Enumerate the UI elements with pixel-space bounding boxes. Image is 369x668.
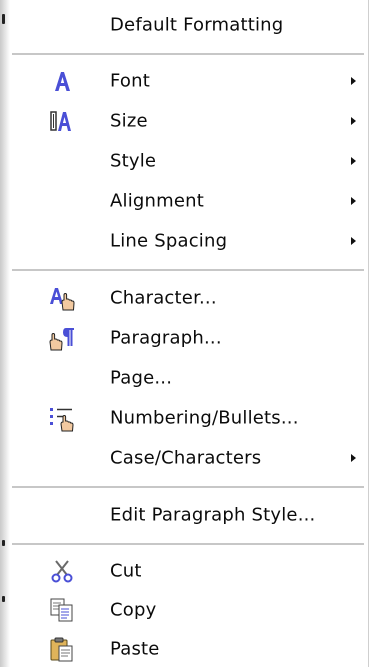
submenu-arrow-icon [351,454,356,462]
menu-item-label: Default Formatting [110,14,284,36]
edge-mark [2,14,5,24]
menu-item-copy[interactable]: Copy [18,591,359,629]
menu-item-label: Style [110,150,157,172]
menu-item-page[interactable]: Page... [18,359,359,397]
menu-item-paragraph[interactable]: Paragraph... [18,319,359,357]
menu-item-size[interactable]: Size [18,102,359,140]
menu-separator [12,269,364,271]
menu-item-label: Page... [110,367,173,389]
menu-separator [12,486,364,488]
character-icon [48,284,76,312]
menu-item-paste[interactable]: Paste [18,630,359,668]
edge-mark [2,540,5,546]
submenu-arrow-icon [351,237,356,245]
menu-item-numbering-bullets[interactable]: Numbering/Bullets... [18,399,359,437]
font-A-icon [48,67,76,95]
menu-item-label: Line Spacing [110,230,228,252]
paste-icon [48,635,76,663]
menu-item-character[interactable]: Character... [18,279,359,317]
menu-item-label: Size [110,110,148,132]
menu-item-label: Alignment [110,190,205,212]
edge-mark [2,596,5,602]
menu-item-case-characters[interactable]: Case/Characters [18,439,359,477]
menu-item-cut[interactable]: Cut [18,552,359,590]
menu-item-label: Edit Paragraph Style... [110,504,316,526]
menu-item-label: Case/Characters [110,447,262,469]
menu-item-style[interactable]: Style [18,142,359,180]
submenu-arrow-icon [351,77,356,85]
window-edge [0,0,10,667]
context-menu: Default Formatting Font Size Style Align… [0,0,369,667]
menu-item-label: Cut [110,560,142,582]
menu-item-font[interactable]: Font [18,62,359,100]
menu-item-line-spacing[interactable]: Line Spacing [18,222,359,260]
submenu-arrow-icon [351,157,356,165]
menu-item-label: Paragraph... [110,327,222,349]
menu-item-alignment[interactable]: Alignment [18,182,359,220]
submenu-arrow-icon [351,197,356,205]
menu-item-label: Paste [110,638,160,660]
menu-item-label: Numbering/Bullets... [110,407,299,429]
scissors-icon [48,557,76,585]
menu-separator [12,543,364,545]
menu-item-default-formatting[interactable]: Default Formatting [18,6,359,44]
menu-item-edit-paragraph-style[interactable]: Edit Paragraph Style... [18,496,359,534]
menu-item-label: Character... [110,287,217,309]
menu-separator [12,53,364,55]
menu-item-label: Copy [110,599,157,621]
menu-item-label: Font [110,70,150,92]
submenu-arrow-icon [351,117,356,125]
paragraph-icon [48,324,76,352]
copy-icon [48,596,76,624]
numbering-bullets-icon [48,404,76,432]
font-size-icon [48,107,76,135]
